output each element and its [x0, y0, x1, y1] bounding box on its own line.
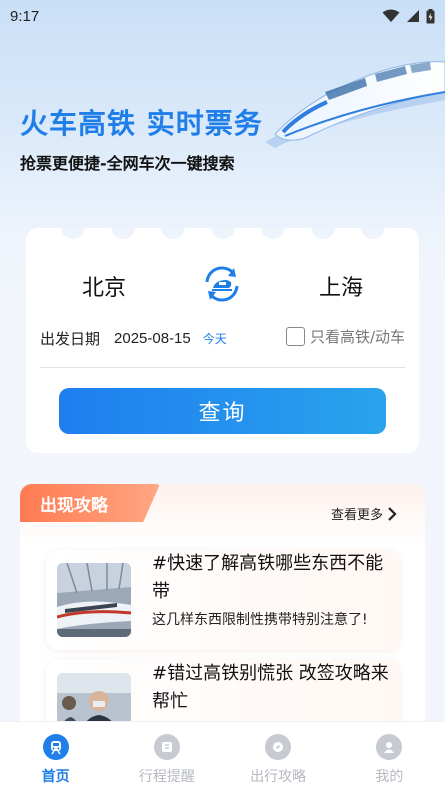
station-train-image	[57, 563, 131, 637]
bottom-navigation: 首页 行程提醒 出行攻略 我的	[0, 721, 445, 791]
profile-icon	[376, 734, 403, 760]
guides-section-title: 出现攻略	[20, 484, 160, 522]
ticket-edge-decoration	[61, 227, 385, 239]
hero-title: 火车高铁 实时票务	[20, 107, 263, 140]
nav-label-guide: 出行攻略	[250, 769, 307, 785]
high-speed-train-illustration	[265, 61, 445, 148]
today-tag: 今天	[202, 331, 227, 346]
high-speed-only-filter[interactable]: 只看高铁/动车	[285, 326, 405, 347]
query-button[interactable]: 查询	[59, 388, 386, 434]
status-bar: 9:17	[0, 0, 445, 32]
status-icons	[382, 8, 435, 24]
guide-article-card[interactable]: #快速了解高铁哪些东西不能带 这几样东西限制性携带特别注意了!	[46, 550, 400, 650]
date-value[interactable]: 2025-08-15	[114, 330, 191, 347]
signal-icon	[407, 10, 419, 22]
article-title: #错过高铁别慌张 改签攻略来帮忙	[152, 663, 389, 712]
article-title: #快速了解高铁哪些东西不能带	[152, 553, 384, 602]
see-more-link[interactable]: 查看更多	[331, 504, 401, 523]
nav-item-home[interactable]: 首页	[0, 722, 111, 791]
hero-subtitle: 抢票更便捷-全网车次一键搜索	[20, 154, 235, 173]
chevron-right-icon	[388, 506, 397, 521]
divider	[40, 367, 405, 368]
swap-train-icon	[205, 266, 239, 302]
train-icon	[42, 734, 69, 760]
see-more-label: 查看更多	[330, 508, 383, 523]
from-station[interactable]: 北京	[82, 270, 126, 302]
article-thumbnail	[57, 563, 131, 637]
article-description: 这几样东西限制性携带特别注意了!	[152, 612, 368, 628]
high-speed-only-checkbox[interactable]	[285, 327, 305, 346]
status-time: 9:17	[10, 7, 40, 25]
ticket-search-card: 北京 上海 出发日期 2025-08-15 今天 只看高铁/动车 查询	[26, 227, 419, 453]
travel-guides-section: 出现攻略 查看更多 #快速了解高铁哪些东西不能带 这几样东西限制性携带特别注意了…	[20, 484, 425, 760]
high-speed-only-label: 只看高铁/动车	[309, 328, 405, 346]
date-label: 出发日期	[40, 329, 101, 348]
guide-icon	[265, 734, 292, 760]
nav-item-profile[interactable]: 我的	[334, 722, 445, 791]
to-station[interactable]: 上海	[319, 270, 363, 302]
nav-item-reminder[interactable]: 行程提醒	[111, 722, 222, 791]
nav-label-reminder: 行程提醒	[138, 769, 195, 785]
nav-label-home: 首页	[41, 769, 70, 785]
nav-item-guide[interactable]: 出行攻略	[223, 722, 334, 791]
nav-label-profile: 我的	[375, 769, 404, 785]
reminder-icon	[153, 734, 180, 760]
battery-icon	[426, 8, 435, 23]
swap-stations-button[interactable]	[200, 264, 244, 304]
wifi-icon	[382, 9, 400, 22]
